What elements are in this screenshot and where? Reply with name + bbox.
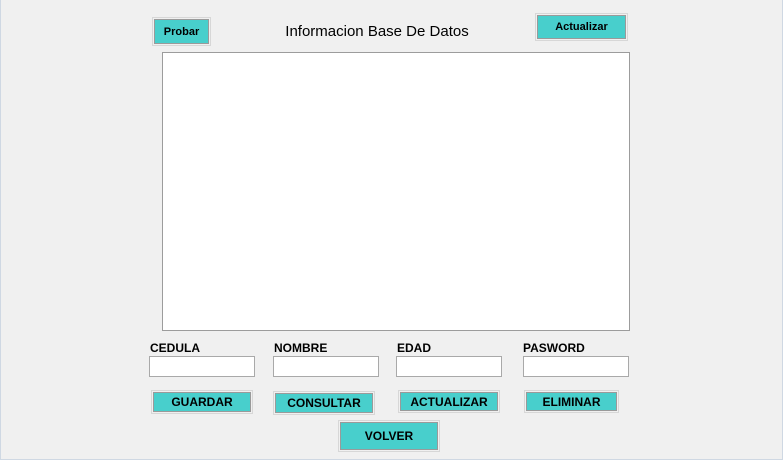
cedula-input[interactable] xyxy=(149,356,255,377)
page-title: Informacion Base De Datos xyxy=(285,23,469,40)
eliminar-button[interactable]: ELIMINAR xyxy=(524,390,619,413)
pasword-label: PASWORD xyxy=(523,341,585,355)
pasword-input[interactable] xyxy=(523,356,629,377)
guardar-button[interactable]: GUARDAR xyxy=(151,390,253,414)
nombre-input[interactable] xyxy=(273,356,379,377)
actualizar-top-button[interactable]: Actualizar xyxy=(535,13,628,41)
nombre-label: NOMBRE xyxy=(274,341,328,355)
consultar-button[interactable]: CONSULTAR xyxy=(273,391,375,415)
data-grid[interactable] xyxy=(162,52,630,331)
edad-input[interactable] xyxy=(396,356,502,377)
actualizar-button[interactable]: ACTUALIZAR xyxy=(398,390,500,413)
cedula-label: CEDULA xyxy=(150,341,200,355)
probar-button[interactable]: Probar xyxy=(152,17,211,46)
volver-button[interactable]: VOLVER xyxy=(338,420,440,452)
edad-label: EDAD xyxy=(397,341,432,355)
